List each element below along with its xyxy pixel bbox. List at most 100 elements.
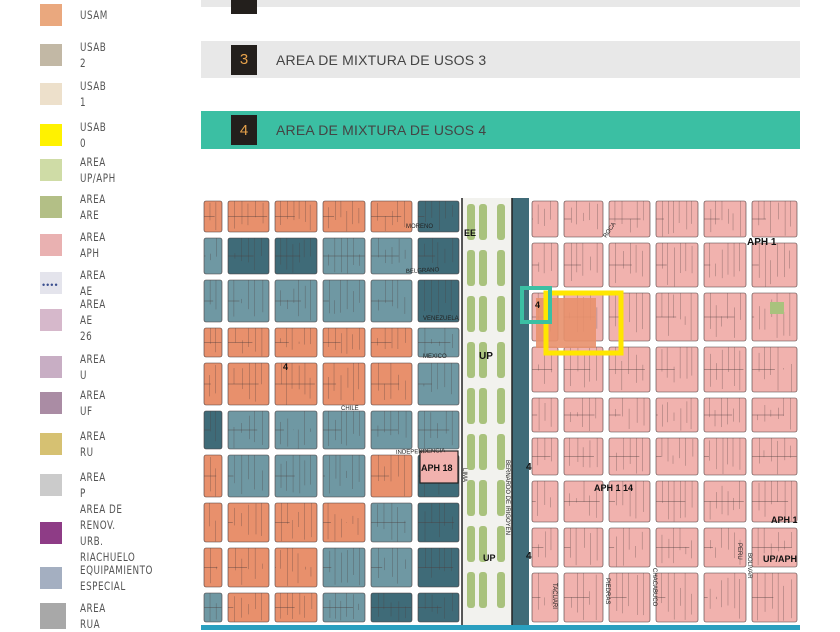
street-label: CHACABUCO xyxy=(651,568,657,607)
green-strip xyxy=(497,250,505,286)
legend-item: AREA RU xyxy=(40,429,105,459)
green-strip xyxy=(467,342,475,378)
legend-label: AREA U xyxy=(80,352,106,382)
street-label: MEXICO xyxy=(423,354,447,360)
street-label: VENEZUELA xyxy=(423,316,459,322)
legend-swatch xyxy=(40,522,62,544)
green-strip xyxy=(479,296,487,332)
green-strip xyxy=(497,572,505,608)
zone-label: APH 1 xyxy=(747,237,777,248)
zone-number-badge: 3 xyxy=(231,44,257,75)
zone-bar-4[interactable]: 4 AREA DE MIXTURA DE USOS 4 xyxy=(201,111,800,149)
zone-title: AREA DE MIXTURA DE USOS 3 xyxy=(276,51,487,68)
street-label: PERU xyxy=(736,543,742,560)
street-label: CHILE xyxy=(341,406,359,412)
zone-label: 4 xyxy=(526,462,532,473)
legend-label: USAB 1 xyxy=(80,79,107,109)
street-label: BERNARDO DE IRIGOYEN xyxy=(504,460,510,535)
legend-item: AREA P xyxy=(40,470,105,500)
legend-item: AREA APH xyxy=(40,230,105,260)
green-strip xyxy=(467,388,475,424)
legend-swatch xyxy=(40,234,62,256)
legend-item: USAM xyxy=(40,4,107,26)
legend-swatch xyxy=(40,392,62,414)
green-strip xyxy=(479,572,487,608)
city-block xyxy=(751,242,798,288)
legend-item: AREA RUA xyxy=(40,601,105,631)
zone-label: APH 18 xyxy=(421,463,453,473)
city-block xyxy=(608,527,651,568)
legend-label: AREA RUA xyxy=(80,601,106,631)
legend-item: •••• AREA AE xyxy=(40,268,105,298)
legend-label: USAB 0 xyxy=(80,120,107,150)
green-strip xyxy=(497,204,505,240)
legend-label: USAM xyxy=(80,8,108,22)
legend-swatch xyxy=(40,4,62,26)
zoning-map[interactable]: MORENOBELGRANOVENEZUELAMEXICOCHILEINDEPE… xyxy=(201,198,800,625)
legend-swatch: •••• xyxy=(40,272,62,294)
zone-bar-3[interactable]: 3 AREA DE MIXTURA DE USOS 3 xyxy=(201,41,800,78)
legend-item: AREA UP/APH xyxy=(40,155,115,185)
zone-label: EE xyxy=(464,228,476,238)
green-strip xyxy=(497,434,505,470)
city-block xyxy=(703,437,747,476)
legend-label: AREA AE 26 xyxy=(80,297,106,343)
zone-label: UP/APH xyxy=(763,554,797,564)
zone-label: UP xyxy=(479,351,493,362)
green-strip xyxy=(497,480,505,516)
city-block xyxy=(531,200,559,238)
green-strip xyxy=(467,434,475,470)
city-block xyxy=(203,502,223,543)
legend-label: AREA APH xyxy=(80,230,106,260)
legend-item: AREA U xyxy=(40,352,105,382)
legend-label: USAB 2 xyxy=(80,40,107,70)
city-block xyxy=(751,292,798,342)
legend-label: AREA DE RENOV. URB. RIACHUELO xyxy=(80,502,136,564)
zone-label: APH 1 xyxy=(771,515,798,525)
legend-label: AREA P xyxy=(80,470,106,500)
green-strip xyxy=(497,296,505,332)
legend-swatch xyxy=(40,159,62,181)
legend-item: AREA ARE xyxy=(40,192,105,222)
zone-label: 4 xyxy=(526,551,532,562)
zone-label: UP xyxy=(483,553,496,563)
legend-item: USAB 2 xyxy=(40,40,106,70)
green-strip xyxy=(479,250,487,286)
legend-item: AREA DE RENOV. URB. RIACHUELO xyxy=(40,502,135,564)
legend-label: AREA UF xyxy=(80,388,106,418)
green-strip xyxy=(467,250,475,286)
legend-item: AREA UF xyxy=(40,388,105,418)
green-strip xyxy=(479,204,487,240)
zone-label: 4 xyxy=(283,362,288,372)
legend-swatch xyxy=(40,567,62,589)
legend-label: AREA RU xyxy=(80,429,106,459)
green-strip xyxy=(467,526,475,562)
green-strip xyxy=(479,480,487,516)
green-strip xyxy=(467,572,475,608)
legend-label: AREA ARE xyxy=(80,192,106,222)
green-strip xyxy=(497,526,505,562)
legend-label: AREA UP/APH xyxy=(80,155,116,185)
legend-swatch xyxy=(40,124,62,146)
green-strip xyxy=(479,388,487,424)
zone-bar-2[interactable] xyxy=(201,0,800,14)
street-label: BOLIVAR xyxy=(746,553,752,579)
legend-swatch xyxy=(40,433,62,455)
green-strip xyxy=(467,296,475,332)
zone-label: 4 xyxy=(535,300,540,310)
legend-swatch xyxy=(40,309,62,331)
legend-label: EQUIPAMIENTO ESPECIAL xyxy=(80,563,153,593)
street-label: TACUARI xyxy=(551,583,557,609)
zone-label: APH 1 14 xyxy=(594,483,633,493)
green-strip xyxy=(467,480,475,516)
legend-item: EQUIPAMIENTO ESPECIAL xyxy=(40,563,152,593)
city-block xyxy=(227,502,270,543)
legend-swatch xyxy=(40,196,62,218)
legend-item: USAB 0 xyxy=(40,120,106,150)
legend-swatch xyxy=(40,44,62,66)
city-block xyxy=(274,547,318,588)
city-block xyxy=(655,397,699,433)
street-label: LIMA xyxy=(461,468,467,482)
green-strip xyxy=(497,342,505,378)
legend-swatch xyxy=(40,356,62,378)
